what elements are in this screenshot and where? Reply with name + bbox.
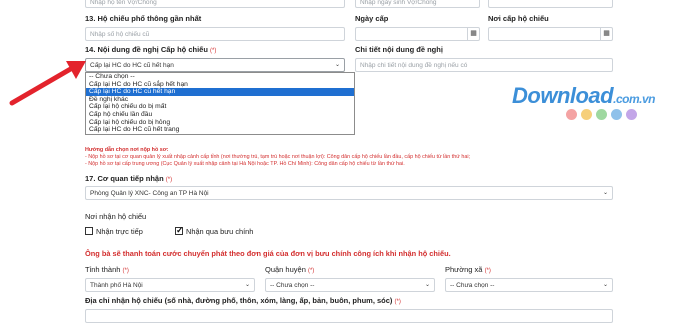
download-watermark-logo: Download.com.vn: [512, 83, 655, 109]
receive-post-checkbox[interactable]: ✓: [175, 225, 184, 235]
request-content-value: Cấp lại HC do HC cũ hết hạn: [90, 62, 174, 69]
section13-label: 13. Hộ chiếu phổ thông gần nhất: [85, 14, 202, 23]
receive-direct-checkbox[interactable]: [85, 227, 93, 235]
watermark-dot: [626, 109, 637, 120]
province-select[interactable]: Thành phố Hà Nội ⌄: [85, 278, 255, 292]
required-mark: (*): [394, 299, 401, 305]
receiving-agency-select[interactable]: Phòng Quản lý XNC- Công an TP Hà Nội ⌄: [85, 186, 613, 200]
detail-label: Chi tiết nội dung đề nghị: [355, 45, 443, 54]
watermark-dot: [611, 109, 622, 120]
request-option[interactable]: -- Chưa chọn --: [86, 73, 354, 81]
chevron-down-icon: ⌄: [602, 190, 608, 196]
issue-date-input[interactable]: ▦: [355, 27, 480, 41]
district-label-text: Quận huyện: [265, 265, 306, 274]
ward-value: -- Chưa chọn --: [450, 282, 495, 289]
calendar-icon[interactable]: ▦: [600, 28, 612, 40]
watermark-dot: [596, 109, 607, 120]
district-label: Quận huyện (*): [265, 265, 314, 274]
chevron-down-icon: ⌄: [244, 282, 250, 288]
red-arrow-annotation: [9, 61, 86, 106]
section17-label-text: 17. Cơ quan tiếp nhận: [85, 174, 164, 183]
ward-label: Phường xã (*): [445, 265, 491, 274]
chevron-down-icon: ⌄: [334, 62, 340, 68]
required-mark: (*): [484, 268, 491, 274]
ward-label-text: Phường xã: [445, 265, 483, 274]
issue-place-input[interactable]: ▦: [488, 27, 613, 41]
address-detail-input[interactable]: [85, 309, 613, 323]
request-option[interactable]: Cấp lại HC do HC cũ hết trang: [86, 126, 354, 134]
section17-label: 17. Cơ quan tiếp nhận (*): [85, 174, 172, 183]
watermark-dot: [566, 109, 577, 120]
district-value: -- Chưa chọn --: [270, 282, 315, 289]
spouse-dob-input[interactable]: Nhập ngày sinh Vợ/Chồng: [355, 0, 480, 8]
address-detail-label-text: Địa chỉ nhận hộ chiếu (số nhà, đường phố…: [85, 296, 393, 305]
chevron-down-icon: ⌄: [602, 282, 608, 288]
province-label: Tỉnh thành (*): [85, 265, 129, 274]
receiving-agency-value: Phòng Quản lý XNC- Công an TP Hà Nội: [90, 190, 209, 197]
ward-select[interactable]: -- Chưa chọn -- ⌄: [445, 278, 613, 292]
address-detail-label: Địa chỉ nhận hộ chiếu (số nhà, đường phố…: [85, 296, 401, 305]
guide-line-1: - Nộp hồ sơ tại cơ quan quản lý xuất nhậ…: [85, 154, 471, 160]
request-content-options[interactable]: -- Chưa chọn -- Cấp lại HC do HC cũ sắp h…: [85, 72, 355, 135]
issue-place-label: Nơi cấp hộ chiếu: [488, 14, 549, 23]
receive-direct-label: Nhận trực tiếp: [96, 227, 143, 236]
request-option[interactable]: Cấp lại HC do HC cũ hết hạn: [86, 88, 354, 96]
request-content-select[interactable]: Cấp lại HC do HC cũ hết hạn ⌄: [85, 58, 345, 72]
required-mark: (*): [210, 48, 217, 54]
receive-place-label: Nơi nhận hộ chiếu: [85, 212, 147, 221]
province-label-text: Tỉnh thành: [85, 265, 121, 274]
district-select[interactable]: -- Chưa chọn -- ⌄: [265, 278, 435, 292]
section14-label: 14. Nội dung đề nghị Cấp hộ chiếu (*): [85, 45, 216, 54]
guide-line-2: - Nộp hồ sơ tại cấp trung ương (Cục Quản…: [85, 161, 405, 167]
spouse-name-input[interactable]: Nhập họ tên Vợ/Chồng: [85, 0, 345, 8]
section14-label-text: 14. Nội dung đề nghị Cấp hộ chiếu: [85, 45, 208, 54]
spouse-extra-input[interactable]: [488, 0, 613, 8]
detail-input[interactable]: Nhập chi tiết nội dung đề nghị nếu có: [355, 58, 613, 72]
postal-fee-notice: Ông bà sẽ thanh toán cước chuyển phát th…: [85, 249, 451, 258]
watermark-domain: .com.vn: [613, 92, 655, 106]
issue-date-label: Ngày cấp: [355, 14, 389, 23]
required-mark: (*): [307, 268, 315, 274]
request-option[interactable]: Cấp lại hộ chiếu do bị mất: [86, 103, 354, 111]
required-mark: (*): [122, 268, 129, 274]
required-mark: (*): [165, 177, 173, 183]
chevron-down-icon: ⌄: [424, 282, 430, 288]
province-value: Thành phố Hà Nội: [90, 282, 143, 289]
guide-title: Hướng dẫn chọn nơi nộp hồ sơ:: [85, 147, 169, 153]
watermark-dot: [581, 109, 592, 120]
watermark-brand: Download: [512, 83, 614, 108]
request-option[interactable]: Cấp hộ chiếu lần đầu: [86, 111, 354, 119]
calendar-icon[interactable]: ▦: [467, 28, 479, 40]
receive-post-label: Nhận qua bưu chính: [186, 227, 254, 236]
old-passport-input[interactable]: Nhập số hộ chiếu cũ: [85, 27, 345, 41]
check-icon: ✓: [176, 225, 184, 235]
